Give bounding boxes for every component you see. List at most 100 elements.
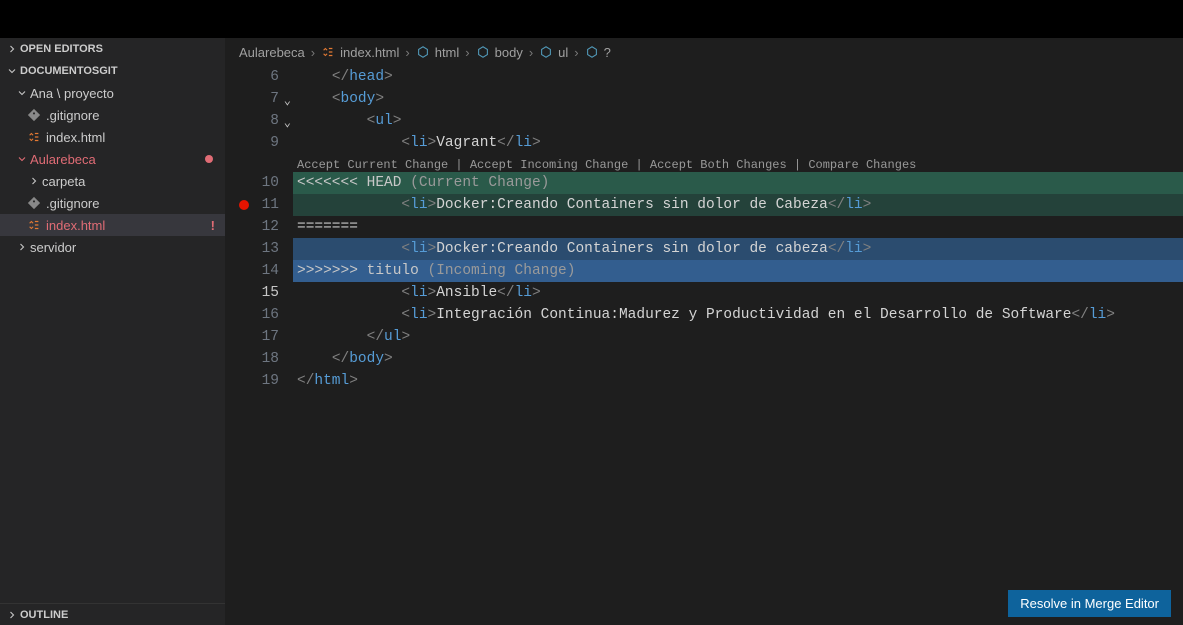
open-editors-label: OPEN EDITORS (20, 43, 103, 55)
code-line[interactable]: </html> (293, 370, 1183, 392)
chevron-down-icon (14, 87, 30, 99)
html-icon (26, 130, 42, 144)
line-number: 7⌄ (225, 88, 279, 110)
fold-icon[interactable]: ⌄ (284, 90, 291, 112)
editor-area: Aularebeca › index.html › html › body › … (225, 38, 1183, 625)
html-icon (321, 45, 335, 59)
line-number: 13 (225, 238, 279, 260)
breadcrumb-node[interactable]: html (416, 45, 460, 60)
chevron-right-icon (26, 175, 42, 187)
resolve-merge-button[interactable]: Resolve in Merge Editor (1008, 590, 1171, 617)
gitignore-icon (26, 196, 42, 210)
chevron-right-icon: › (311, 45, 315, 60)
code-line[interactable]: <li>Vagrant</li> (293, 132, 1183, 154)
line-number: 11 (225, 194, 279, 216)
folder-ana-proyecto[interactable]: Ana \ proyecto (0, 82, 225, 104)
accept-current-link[interactable]: Accept Current Change (297, 158, 448, 172)
folder-header-label: DOCUMENTOSGIT (20, 65, 118, 77)
accept-both-link[interactable]: Accept Both Changes (650, 158, 787, 172)
line-number: 19 (225, 370, 279, 392)
chevron-right-icon: › (405, 45, 409, 60)
main-layout: OPEN EDITORS DOCUMENTOSGIT Ana \ proyect… (0, 38, 1183, 625)
file-index-html-active[interactable]: index.html ! (0, 214, 225, 236)
breadcrumb-node[interactable]: ul (539, 45, 568, 60)
outline-header[interactable]: OUTLINE (0, 603, 225, 625)
conflict-incoming-marker[interactable]: >>>>>>> titulo (Incoming Change) (293, 260, 1183, 282)
code-editor[interactable]: 6 7⌄ 8⌄ 9 10 11 12 13 14 15 16 17 18 19 … (225, 66, 1183, 625)
code-line[interactable]: </ul> (293, 326, 1183, 348)
chevron-right-icon (4, 609, 20, 621)
chevron-right-icon: › (465, 45, 469, 60)
line-number: 14 (225, 260, 279, 282)
conflict-separator[interactable]: ======= (293, 216, 1183, 238)
breadcrumb-node[interactable]: ? (585, 45, 611, 60)
breadcrumb-file[interactable]: index.html (321, 45, 399, 60)
file-label: .gitignore (46, 108, 99, 123)
code-lines[interactable]: </head> <body> <ul> <li>Vagrant</li> Acc… (293, 66, 1183, 625)
breadcrumb-label: html (435, 45, 460, 60)
code-line[interactable]: <body> (293, 88, 1183, 110)
line-number: 6 (225, 66, 279, 88)
merge-codelens: Accept Current Change | Accept Incoming … (293, 154, 1183, 172)
folder-label: servidor (30, 240, 76, 255)
gutter-spacer (225, 154, 279, 172)
gitignore-icon (26, 108, 42, 122)
code-line[interactable]: <li>Integración Continua:Madurez y Produ… (293, 304, 1183, 326)
explorer-sidebar: OPEN EDITORS DOCUMENTOSGIT Ana \ proyect… (0, 38, 225, 625)
file-label: .gitignore (46, 196, 99, 211)
symbol-icon (539, 45, 553, 59)
modified-dot-icon (205, 155, 213, 163)
error-marker: ! (211, 218, 215, 233)
code-line[interactable]: <li>Docker:Creando Containers sin dolor … (293, 194, 1183, 216)
chevron-right-icon: › (574, 45, 578, 60)
fold-icon[interactable]: ⌄ (284, 112, 291, 134)
line-number: 18 (225, 348, 279, 370)
chevron-right-icon (4, 43, 20, 55)
symbol-icon (476, 45, 490, 59)
code-line[interactable]: <ul> (293, 110, 1183, 132)
breadcrumb-node[interactable]: body (476, 45, 523, 60)
breadcrumb-label: index.html (340, 45, 399, 60)
folder-servidor[interactable]: servidor (0, 236, 225, 258)
line-number: 12 (225, 216, 279, 238)
accept-incoming-link[interactable]: Accept Incoming Change (470, 158, 628, 172)
folder-label: Aularebeca (30, 152, 96, 167)
file-label: index.html (46, 130, 105, 145)
line-number-current: 15 (225, 282, 279, 304)
chevron-right-icon: › (529, 45, 533, 60)
line-number: 16 (225, 304, 279, 326)
folder-label: carpeta (42, 174, 85, 189)
breadcrumb-label: ul (558, 45, 568, 60)
folder-aularebeca[interactable]: Aularebeca (0, 148, 225, 170)
chevron-down-icon (4, 65, 20, 77)
line-number: 9 (225, 132, 279, 154)
code-line[interactable]: </body> (293, 348, 1183, 370)
code-line[interactable]: </head> (293, 66, 1183, 88)
title-bar-black (0, 0, 1183, 38)
file-index-html[interactable]: index.html (0, 126, 225, 148)
open-editors-header[interactable]: OPEN EDITORS (0, 38, 225, 60)
conflict-head-marker[interactable]: <<<<<<< HEAD (Current Change) (293, 172, 1183, 194)
breadcrumb-label: Aularebeca (239, 45, 305, 60)
code-line[interactable]: <li>Ansible</li> (293, 282, 1183, 304)
compare-changes-link[interactable]: Compare Changes (808, 158, 916, 172)
chevron-right-icon (14, 241, 30, 253)
line-number: 10 (225, 172, 279, 194)
line-number: 8⌄ (225, 110, 279, 132)
breadcrumb[interactable]: Aularebeca › index.html › html › body › … (225, 38, 1183, 66)
folder-label: Ana \ proyecto (30, 86, 114, 101)
breakpoint-icon[interactable] (239, 200, 249, 210)
line-number: 17 (225, 326, 279, 348)
file-label: index.html (46, 218, 105, 233)
breadcrumb-root[interactable]: Aularebeca (239, 45, 305, 60)
outline-label: OUTLINE (20, 609, 68, 621)
breadcrumb-label: body (495, 45, 523, 60)
code-line[interactable]: <li>Docker:Creando Containers sin dolor … (293, 238, 1183, 260)
chevron-down-icon (14, 153, 30, 165)
html-icon (26, 218, 42, 232)
symbol-icon (416, 45, 430, 59)
folder-carpeta[interactable]: carpeta (0, 170, 225, 192)
file-gitignore[interactable]: .gitignore (0, 104, 225, 126)
file-gitignore[interactable]: .gitignore (0, 192, 225, 214)
folder-header[interactable]: DOCUMENTOSGIT (0, 60, 225, 82)
